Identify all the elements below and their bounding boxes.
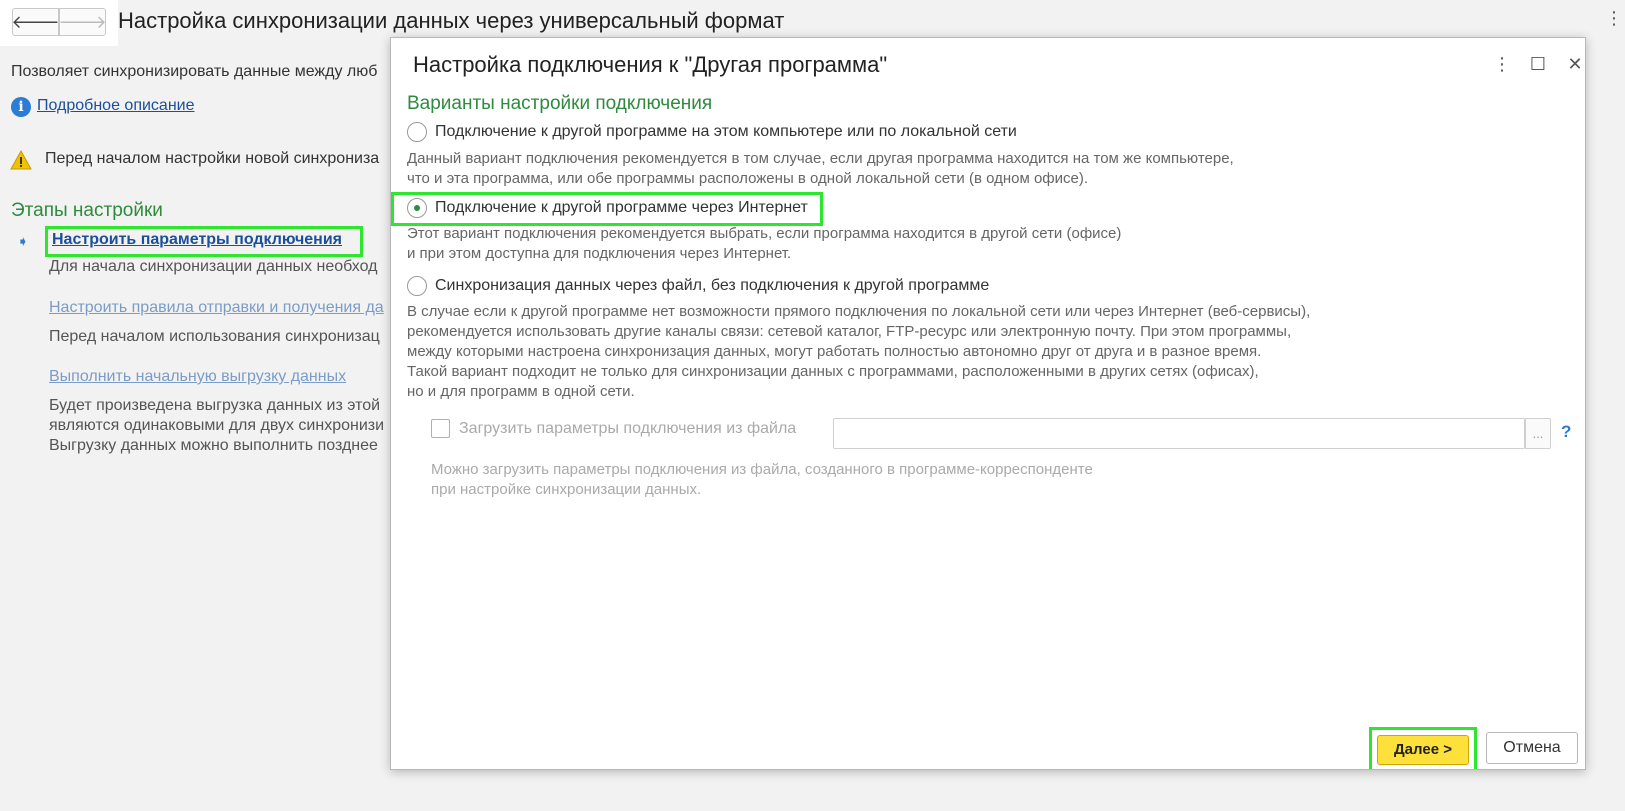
arrow-left-icon: 🡐 <box>11 11 60 32</box>
option-description-line: рекомендуется использовать другие каналы… <box>407 323 1292 340</box>
checkbox-label: Загрузить параметры подключения из файла <box>459 419 797 437</box>
step-1-description: Для начала синхронизации данных необход <box>49 258 378 275</box>
radio-option-internet[interactable]: Подключение к другой программе через Инт… <box>407 196 808 220</box>
file-path-input[interactable] <box>833 418 1525 449</box>
option-description-line: что и эта программа, или обе программы р… <box>407 170 1089 187</box>
page-description: Позволяет синхронизировать данные между … <box>11 63 378 80</box>
step-configure-rules-link[interactable]: Настроить правила отправки и получения д… <box>49 299 384 316</box>
step-3-description-line: Выгрузку данных можно выполнить позднее <box>49 437 378 454</box>
step-2-description: Перед началом использования синхронизац <box>49 328 380 345</box>
help-icon[interactable]: ? <box>1561 422 1571 442</box>
option-description-line: Такой вариант подходит не только для син… <box>407 363 1259 380</box>
warning-text: Перед началом настройки новой синхрониза <box>45 150 380 167</box>
step-3-description-line: являются одинаковыми для двух синхронизи <box>49 417 385 434</box>
description-line: Можно загрузить параметры подключения из… <box>431 461 1093 478</box>
nav-buttons: 🡐 🡒 <box>0 0 118 46</box>
steps-title: Этапы настройки <box>11 200 163 221</box>
radio-label: Подключение к другой программе через Инт… <box>435 199 808 216</box>
close-icon[interactable]: ✕ <box>1563 52 1585 76</box>
radio-option-file[interactable]: Синхронизация данных через файл, без под… <box>407 274 989 298</box>
more-menu-icon[interactable]: ⋮ <box>1605 8 1623 29</box>
load-from-file-checkbox-row[interactable]: Загрузить параметры подключения из файла <box>431 419 796 438</box>
radio-button[interactable] <box>407 122 427 142</box>
option-description-line: Данный вариант подключения рекомендуется… <box>407 150 1234 167</box>
connection-options-title: Варианты настройки подключения <box>407 93 713 114</box>
load-from-file-checkbox[interactable] <box>431 419 450 438</box>
next-button[interactable]: Далее > <box>1377 735 1469 765</box>
page-title: Настройка синхронизации данных через уни… <box>118 8 785 33</box>
radio-label: Синхронизация данных через файл, без под… <box>435 277 990 294</box>
option-description-line: В случае если к другой программе нет воз… <box>407 303 1311 320</box>
arrow-right-icon: 🡒 <box>58 11 107 32</box>
info-icon: i <box>11 97 31 117</box>
option-description-line: но и для программ в одной сети. <box>407 383 635 400</box>
detailed-description-link[interactable]: Подробное описание <box>37 97 195 114</box>
dialog-title: Настройка подключения к "Другая программ… <box>413 52 888 77</box>
step-3-description-line: Будет произведена выгрузка данных из это… <box>49 397 381 414</box>
warning-icon <box>10 150 32 170</box>
forward-button[interactable]: 🡒 <box>58 8 107 36</box>
load-from-file-description: Можно загрузить параметры подключения из… <box>431 460 1093 500</box>
description-line: при настройке синхронизации данных. <box>431 481 702 498</box>
file-select-button[interactable]: ... <box>1525 418 1551 449</box>
radio-option-local[interactable]: Подключение к другой программе на этом к… <box>407 120 1017 144</box>
option-description-line: между которыми настроена синхронизация д… <box>407 343 1262 360</box>
current-step-icon: ➧ <box>17 233 29 249</box>
radio-button-selected[interactable] <box>407 198 427 218</box>
cancel-button[interactable]: Отмена <box>1486 732 1578 764</box>
step-configure-connection-link[interactable]: Настроить параметры подключения <box>45 226 363 257</box>
back-button[interactable]: 🡐 <box>11 8 60 36</box>
connection-settings-dialog: Настройка подключения к "Другая программ… <box>390 37 1586 770</box>
step-initial-export-link[interactable]: Выполнить начальную выгрузку данных <box>49 368 346 385</box>
option-description-line: и при этом доступна для подключения чере… <box>407 245 792 262</box>
option-description-line: Этот вариант подключения рекомендуется в… <box>407 225 1122 242</box>
next-button-highlight: Далее > <box>1369 727 1477 769</box>
maximize-icon[interactable]: ☐ <box>1526 52 1550 76</box>
radio-label: Подключение к другой программе на этом к… <box>435 123 1017 140</box>
radio-button[interactable] <box>407 276 427 296</box>
more-menu-icon[interactable]: ⋮ <box>1490 52 1514 76</box>
